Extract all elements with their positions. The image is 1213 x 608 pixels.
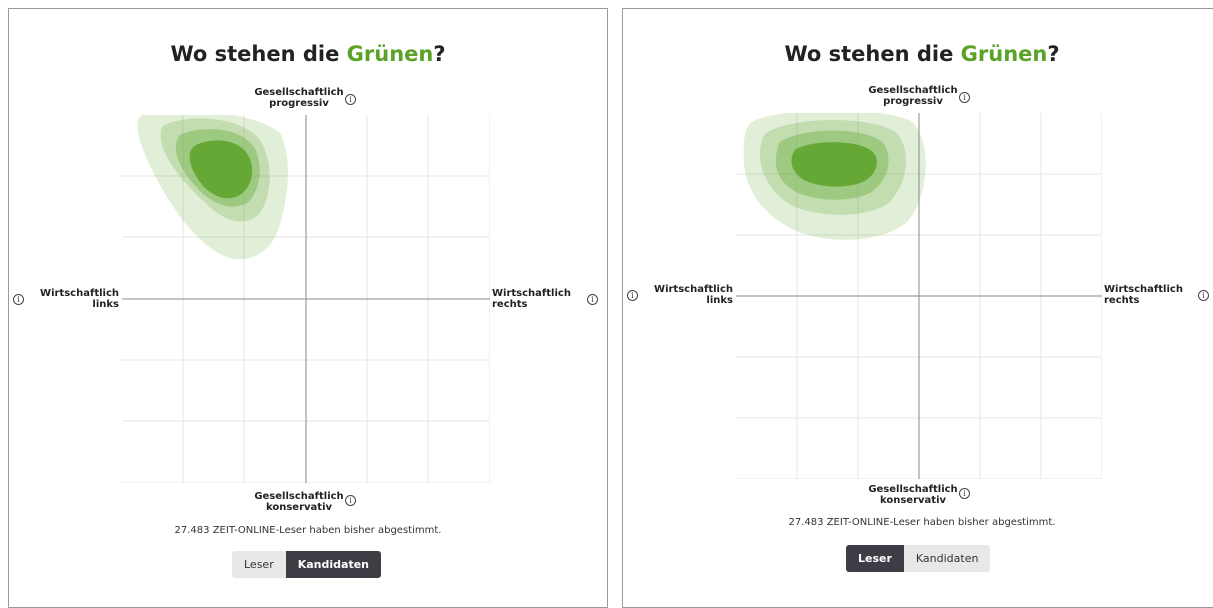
info-icon[interactable]: i [1198,290,1209,301]
reader-button[interactable]: Leser [232,551,286,578]
density-contours [743,113,926,240]
party-name: Grünen [960,42,1048,66]
density-contour-core [791,142,877,187]
info-icon[interactable]: i [959,92,970,103]
reader-button[interactable]: Leser [846,545,904,572]
candidates-button[interactable]: Kandidaten [903,545,991,572]
info-icon[interactable]: i [959,488,970,499]
axis-label-left: Wirtschaftlich links [654,284,733,306]
info-icon[interactable]: i [587,294,598,305]
panel-readers: Wo stehen die Grünen? Gesellschaftlich pr… [622,8,1213,608]
panel-title: Wo stehen die Grünen? [784,42,1060,66]
vote-count-text: 27.483 ZEIT-ONLINE-Leser haben bisher ab… [174,525,442,536]
axis-label-right: Wirtschaftlich rechts [492,288,571,310]
info-icon[interactable]: i [345,495,356,506]
candidates-button[interactable]: Kandidaten [285,551,382,578]
info-icon[interactable]: i [13,294,24,305]
panel-title: Wo stehen die Grünen? [170,42,446,66]
party-name: Grünen [346,42,434,66]
view-toggle: Leser Kandidaten [846,545,991,572]
position-chart [736,113,1102,479]
axis-label-left: Wirtschaftlich links [40,288,119,310]
density-contours [137,115,288,260]
info-icon[interactable]: i [345,94,356,105]
vote-count-text: 27.483 ZEIT-ONLINE-Leser haben bisher ab… [788,517,1056,528]
axis-label-right: Wirtschaftlich rechts [1104,284,1183,306]
view-toggle: Leser Kandidaten [232,551,382,578]
position-chart [122,115,490,483]
info-icon[interactable]: i [627,290,638,301]
panel-candidates: Wo stehen die Grünen? Gesellschaftlich pr… [8,8,608,608]
